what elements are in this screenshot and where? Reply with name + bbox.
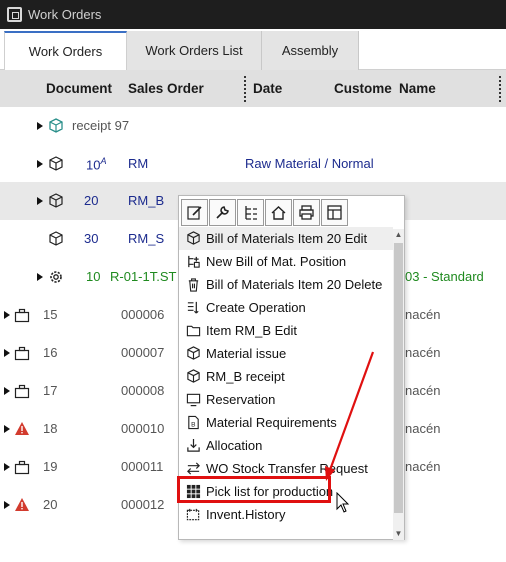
annotation-arrow-icon — [325, 351, 375, 481]
mouse-cursor-icon — [336, 492, 350, 513]
